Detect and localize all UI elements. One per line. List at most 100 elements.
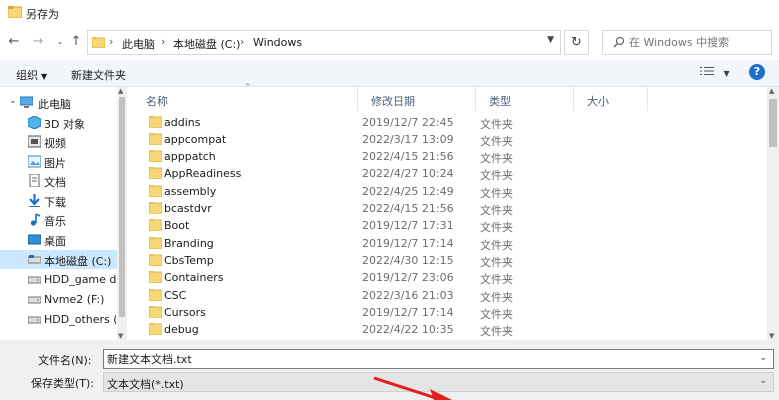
table-row[interactable]: Branding 2019/12/7 17:14 文件夹 <box>132 235 768 252</box>
nav-item-music[interactable]: 音乐 <box>0 210 116 229</box>
file-list-scrollbar[interactable]: ▲ ▼ <box>767 87 779 340</box>
annotation-arrow-icon <box>373 376 452 400</box>
nav-item-hdd-others[interactable]: HDD_others (G <box>0 310 116 329</box>
file-date: 2022/3/16 21:03 <box>362 289 454 302</box>
nav-item-local-disk-c[interactable]: 本地磁盘 (C:) <box>0 250 117 269</box>
drive-icon <box>28 276 41 284</box>
column-header-type[interactable]: 类型 <box>475 87 574 111</box>
nav-item-nvme2[interactable]: Nvme2 (F:) <box>0 290 116 309</box>
breadcrumb-separator-icon[interactable]: › <box>240 35 244 48</box>
folder-icon <box>149 150 162 162</box>
file-name: debug <box>164 323 199 336</box>
filename-combobox[interactable]: ⌄ <box>103 349 774 369</box>
folder-icon <box>149 323 162 335</box>
scroll-down-arrow-icon[interactable]: ▼ <box>118 332 123 340</box>
chevron-down-icon: ▼ <box>41 72 48 81</box>
nav-item-3d-objects[interactable]: 3D 对象 <box>0 113 116 132</box>
help-button[interactable]: ? <box>749 64 765 80</box>
back-arrow-icon[interactable]: ← <box>6 34 22 50</box>
nav-item-label: 桌面 <box>44 235 66 248</box>
file-name: CSC <box>164 289 187 302</box>
file-type: 文件夹 <box>480 118 513 131</box>
nav-item-desktop[interactable]: 桌面 <box>0 230 116 249</box>
table-row[interactable]: Boot 2019/12/7 17:31 文件夹 <box>132 217 768 234</box>
file-date: 2019/12/7 23:06 <box>362 271 454 284</box>
new-folder-button[interactable]: 新建文件夹 <box>71 67 126 83</box>
filetype-label: 保存类型(T): <box>31 377 95 390</box>
chevron-down-icon[interactable]: ⌄ <box>759 376 767 386</box>
nav-pane-scrollbar[interactable]: ▲ ▼ <box>117 87 127 340</box>
file-date: 2022/4/27 10:24 <box>362 167 454 180</box>
breadcrumb-separator-icon[interactable]: › <box>161 35 165 48</box>
organize-label: 组织 <box>16 69 38 82</box>
up-arrow-icon[interactable]: ↑ <box>68 34 84 50</box>
nav-item-label: 下载 <box>44 196 66 209</box>
drive-icon <box>28 316 41 324</box>
drive-icon <box>28 296 41 304</box>
file-date: 2019/12/7 17:14 <box>362 306 454 319</box>
download-icon <box>29 194 40 207</box>
breadcrumb-windows[interactable]: Windows <box>253 36 302 49</box>
search-input[interactable] <box>629 34 764 51</box>
collapse-chevron-icon[interactable]: ⌄ <box>9 96 17 106</box>
scroll-up-arrow-icon[interactable]: ▲ <box>769 87 774 95</box>
table-row[interactable]: CSC 2022/3/16 21:03 文件夹 <box>132 287 768 304</box>
nav-item-label: 视频 <box>44 137 66 150</box>
scroll-down-arrow-icon[interactable]: ▼ <box>769 332 774 340</box>
table-row[interactable]: appcompat 2022/3/17 13:09 文件夹 <box>132 131 768 148</box>
file-type: 文件夹 <box>480 308 513 321</box>
column-header-label: 名称 <box>146 95 168 108</box>
table-row[interactable]: apppatch 2022/4/15 21:56 文件夹 <box>132 148 768 165</box>
folder-icon <box>149 167 162 179</box>
nav-item-hdd-game[interactable]: HDD_game dis <box>0 270 116 289</box>
table-row[interactable]: debug 2022/4/22 10:35 文件夹 <box>132 321 768 338</box>
table-row[interactable]: AppReadiness 2022/4/27 10:24 文件夹 <box>132 165 768 182</box>
forward-arrow-icon[interactable]: → <box>30 34 46 50</box>
table-row[interactable]: assembly 2022/4/25 12:49 文件夹 <box>132 183 768 200</box>
details-view-icon <box>700 67 714 75</box>
table-row[interactable]: CbsTemp 2022/4/30 12:15 文件夹 <box>132 252 768 269</box>
refresh-button[interactable]: ↻ <box>564 30 589 55</box>
nav-item-this-pc[interactable]: ⌄ 此电脑 <box>0 93 116 112</box>
column-header-size[interactable]: 大小 <box>573 87 648 111</box>
organize-button[interactable]: 组织 ▼ <box>16 67 47 83</box>
search-box[interactable] <box>602 30 772 55</box>
table-row[interactable]: Cursors 2019/12/7 17:14 文件夹 <box>132 304 768 321</box>
nav-item-documents[interactable]: 文档 <box>0 171 116 190</box>
file-date: 2022/3/17 13:09 <box>362 133 454 146</box>
breadcrumb-separator-icon[interactable]: › <box>109 35 113 48</box>
table-row[interactable]: bcastdvr 2022/4/15 21:56 文件夹 <box>132 200 768 217</box>
folder-icon <box>149 185 162 197</box>
filename-input[interactable] <box>107 352 737 366</box>
table-row[interactable]: addins 2019/12/7 22:45 文件夹 <box>132 114 768 131</box>
file-name: addins <box>164 116 201 129</box>
file-name: bcastdvr <box>164 202 212 215</box>
file-type: 文件夹 <box>480 325 513 338</box>
nav-item-pictures[interactable]: 图片 <box>0 152 116 171</box>
address-bar[interactable]: › 此电脑 › 本地磁盘 (C:) › Windows ▼ <box>87 30 561 55</box>
breadcrumb-this-pc[interactable]: 此电脑 <box>122 36 155 52</box>
file-date: 2019/12/7 22:45 <box>362 116 454 129</box>
chevron-down-icon[interactable]: ⌄ <box>759 353 767 363</box>
table-row[interactable]: Containers 2019/12/7 23:06 文件夹 <box>132 269 768 286</box>
file-date: 2022/4/22 10:35 <box>362 323 454 336</box>
recent-locations-chevron-icon[interactable]: ⌄ <box>52 34 68 50</box>
file-name: CbsTemp <box>164 254 214 267</box>
file-type: 文件夹 <box>480 273 513 286</box>
nav-item-downloads[interactable]: 下载 <box>0 191 116 210</box>
file-date: 2019/12/7 17:14 <box>362 237 454 250</box>
change-view-button[interactable]: ▼ <box>700 66 730 79</box>
folder-icon <box>149 289 162 301</box>
nav-item-label: 文档 <box>44 176 66 189</box>
column-header-date[interactable]: 修改日期 <box>357 87 476 111</box>
pictures-icon <box>28 155 41 168</box>
nav-item-video[interactable]: 视频 <box>0 132 116 151</box>
scrollbar-thumb[interactable] <box>769 99 777 147</box>
file-name: Containers <box>164 271 224 284</box>
file-type: 文件夹 <box>480 291 513 304</box>
address-dropdown-icon[interactable]: ▼ <box>547 35 554 45</box>
file-type: 文件夹 <box>480 135 513 148</box>
scroll-up-arrow-icon[interactable]: ▲ <box>118 87 123 95</box>
breadcrumb-local-disk[interactable]: 本地磁盘 (C:) <box>173 36 240 52</box>
scrollbar-thumb[interactable] <box>119 97 125 317</box>
